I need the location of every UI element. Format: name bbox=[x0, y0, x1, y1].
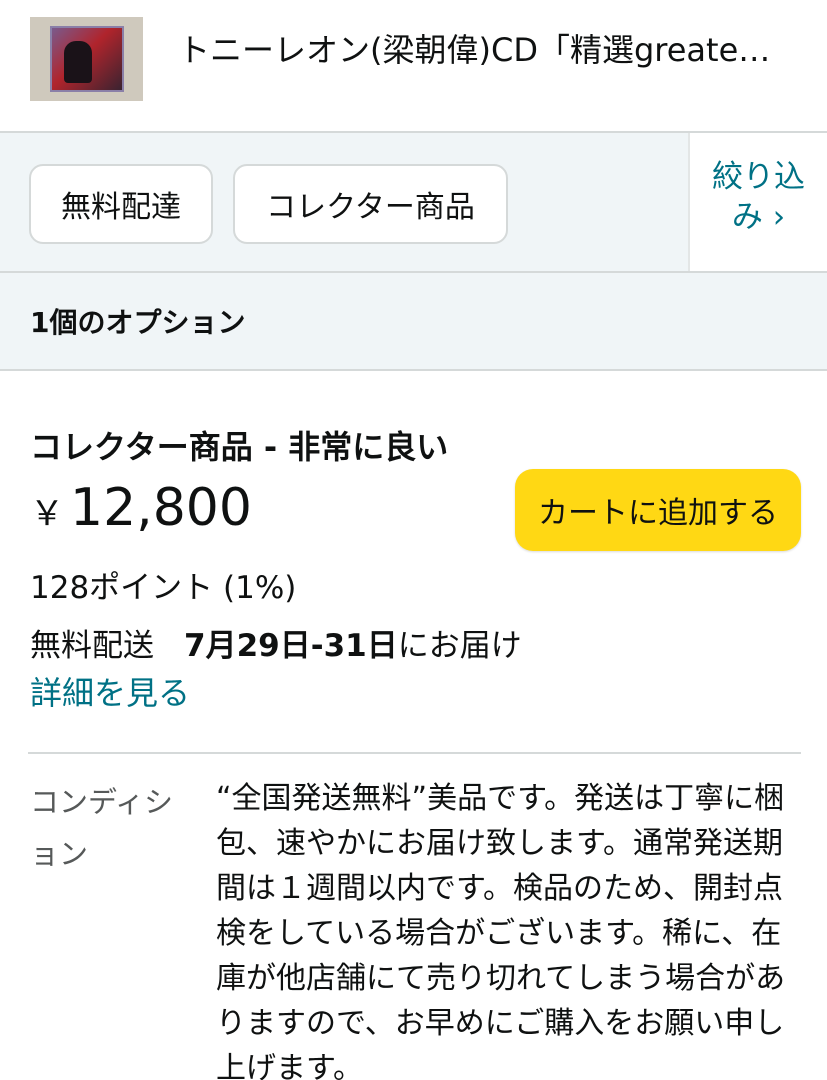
offer-condition-title: コレクター商品 - 非常に良い bbox=[30, 428, 449, 466]
options-count-bar: 1個のオプション bbox=[0, 273, 827, 371]
shipping-label: 無料配送 bbox=[30, 628, 154, 664]
section-divider bbox=[28, 752, 801, 754]
narrow-label-line2: み › bbox=[731, 199, 786, 235]
delivery-info: 無料配送 7月29日-31日にお届け bbox=[30, 620, 522, 665]
offer-price: ￥ 12,800 bbox=[30, 478, 252, 538]
filter-chip-collectible[interactable]: コレクター商品 bbox=[233, 164, 508, 244]
narrow-label-line1: 絞り込 bbox=[712, 159, 805, 195]
currency-symbol: ￥ bbox=[30, 494, 64, 534]
delivery-date: 7月29日-31日 bbox=[184, 628, 398, 664]
delivery-suffix: にお届け bbox=[397, 628, 522, 664]
condition-label: コンディション bbox=[30, 785, 173, 871]
cd-cover-thumbnail-icon[interactable] bbox=[30, 17, 143, 101]
points-label: 128ポイント (1%) bbox=[30, 570, 297, 606]
product-header: トニーレオン(梁朝偉)CD「精選greate… bbox=[0, 0, 827, 133]
add-to-cart-button[interactable]: カートに追加する bbox=[515, 469, 801, 551]
filter-chip-free-delivery[interactable]: 無料配達 bbox=[29, 164, 213, 244]
narrow-results-button[interactable]: 絞り込 み › bbox=[688, 133, 827, 271]
product-title[interactable]: トニーレオン(梁朝偉)CD「精選greate… bbox=[178, 28, 803, 72]
filter-bar: 無料配達 コレクター商品 絞り込 み › bbox=[0, 133, 827, 273]
options-count-label: 1個のオプション bbox=[30, 306, 246, 339]
details-link[interactable]: 詳細を見る bbox=[30, 668, 190, 714]
price-amount: 12,800 bbox=[70, 478, 252, 538]
condition-description: “全国発送無料”美品です。発送は丁寧に梱包、速やかにお届け致します。通常発送期間… bbox=[216, 781, 786, 1080]
